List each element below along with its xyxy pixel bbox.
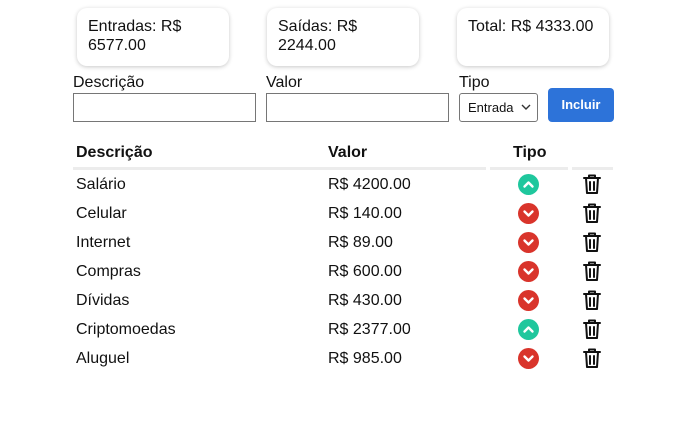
entradas-text: Entradas: R$ 6577.00 — [88, 18, 182, 54]
chevron-down-icon — [521, 94, 531, 132]
descricao-input[interactable] — [73, 93, 256, 122]
valor-input[interactable] — [266, 93, 449, 122]
summary-cards: Entradas: R$ 6577.00 Saídas: R$ 2244.00 … — [77, 8, 611, 66]
trash-icon[interactable] — [581, 202, 603, 224]
table-row: Dívidas R$ 430.00 — [73, 286, 613, 315]
valor-field: Valor — [266, 74, 449, 122]
saidas-text: Saídas: R$ 2244.00 — [278, 18, 358, 54]
cell-descricao: Celular — [76, 205, 127, 222]
cell-descricao: Compras — [76, 263, 141, 280]
cell-descricao: Internet — [76, 234, 131, 251]
table-header: Descrição Valor Tipo — [73, 140, 613, 170]
tipo-select[interactable]: Entrada — [459, 93, 538, 122]
tipo-label: Tipo — [459, 74, 490, 91]
cell-valor: R$ 985.00 — [328, 350, 402, 367]
cell-descricao: Criptomoedas — [76, 321, 176, 338]
entradas-card: Entradas: R$ 6577.00 — [77, 8, 229, 66]
descricao-field: Descrição — [73, 74, 256, 122]
header-tipo: Tipo — [513, 144, 547, 161]
cell-valor: R$ 600.00 — [328, 263, 402, 280]
total-card: Total: R$ 4333.00 — [457, 8, 609, 66]
tipo-selected-value: Entrada — [468, 100, 514, 115]
cell-descricao: Dívidas — [76, 292, 130, 309]
trash-icon[interactable] — [581, 289, 603, 311]
table-row: Criptomoedas R$ 2377.00 — [73, 315, 613, 344]
cell-valor: R$ 140.00 — [328, 205, 402, 222]
chevron-down-circle-icon — [518, 261, 539, 282]
trash-icon[interactable] — [581, 347, 603, 369]
trash-icon[interactable] — [581, 173, 603, 195]
cell-valor: R$ 89.00 — [328, 234, 393, 251]
incluir-button[interactable]: Incluir — [548, 88, 614, 122]
chevron-down-circle-icon — [518, 290, 539, 311]
chevron-down-circle-icon — [518, 348, 539, 369]
descricao-label: Descrição — [73, 74, 145, 91]
cell-descricao: Aluguel — [76, 350, 130, 367]
table-body: Salário R$ 4200.00 Celular R$ 140.00 Interne… — [73, 170, 613, 373]
total-text: Total: R$ 4333.00 — [468, 18, 594, 35]
chevron-down-circle-icon — [518, 232, 539, 253]
table-row: Salário R$ 4200.00 — [73, 170, 613, 199]
saidas-card: Saídas: R$ 2244.00 — [267, 8, 419, 66]
trash-icon[interactable] — [581, 231, 603, 253]
chevron-down-circle-icon — [518, 203, 539, 224]
cell-valor: R$ 2377.00 — [328, 321, 411, 338]
cell-valor: R$ 4200.00 — [328, 176, 411, 193]
table-row: Celular R$ 140.00 — [73, 199, 613, 228]
table-row: Aluguel R$ 985.00 — [73, 344, 613, 373]
valor-label: Valor — [266, 74, 303, 91]
table-row: Internet R$ 89.00 — [73, 228, 613, 257]
transaction-form: Descrição Valor Tipo Entrada Incluir — [73, 74, 618, 124]
cell-valor: R$ 430.00 — [328, 292, 402, 309]
cell-descricao: Salário — [76, 176, 126, 193]
chevron-up-circle-icon — [518, 319, 539, 340]
transactions-table: Descrição Valor Tipo Salário R$ 4200.00 Ce… — [73, 140, 613, 373]
table-row: Compras R$ 600.00 — [73, 257, 613, 286]
tipo-field: Tipo Entrada — [459, 74, 538, 122]
header-descricao: Descrição — [76, 144, 153, 161]
header-valor: Valor — [328, 144, 368, 161]
chevron-up-circle-icon — [518, 174, 539, 195]
trash-icon[interactable] — [581, 318, 603, 340]
trash-icon[interactable] — [581, 260, 603, 282]
